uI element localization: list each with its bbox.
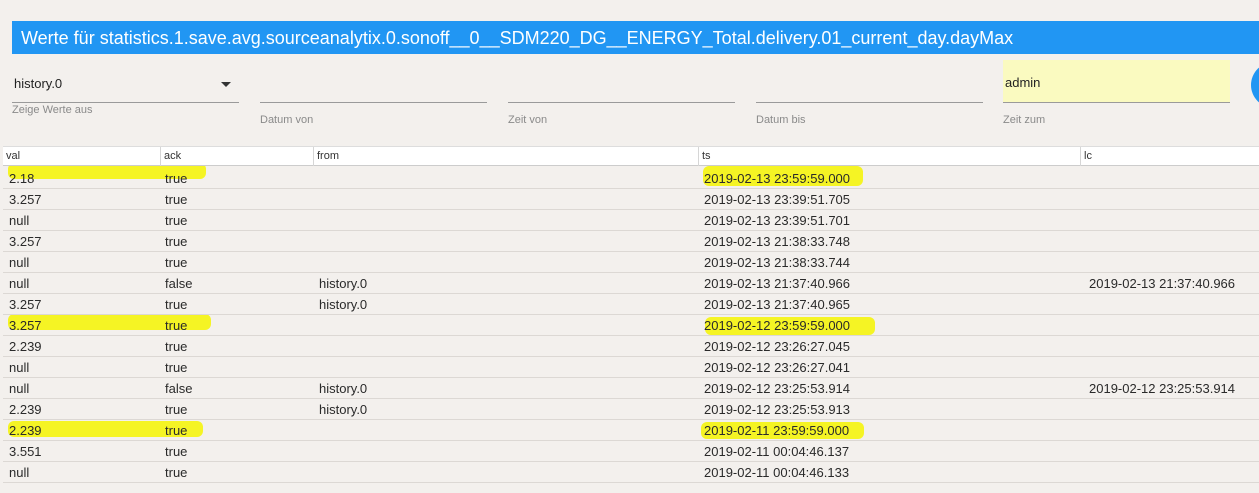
cell-lc: 2019-02-12 23:25:53.914 — [1089, 381, 1236, 396]
cell-ack: true — [165, 360, 188, 375]
table-row[interactable]: null false history.0 2019-02-13 21:37:40.96… — [3, 273, 1259, 294]
date-to-caption: Datum bis — [756, 114, 806, 126]
column-header-ack[interactable]: ack — [160, 147, 313, 166]
table-body: 2.18 true 2019-02-13 23:59:59.000 3.257 true… — [3, 168, 1259, 483]
cell-ts: 2019-02-12 23:26:27.045 — [704, 339, 851, 354]
cell-val: 2.239 — [9, 339, 42, 354]
cell-ack: true — [165, 297, 188, 312]
cell-ack: true — [165, 339, 188, 354]
cell-from: history.0 — [319, 402, 368, 417]
date-from-filter[interactable]: Datum von — [260, 70, 487, 132]
time-to-caption: Zeit zum — [1003, 114, 1046, 126]
date-to-input[interactable] — [756, 70, 983, 103]
cell-ts: 2019-02-11 00:04:46.137 — [704, 444, 850, 459]
cell-ack: true — [165, 255, 188, 270]
cell-ack: false — [165, 276, 193, 291]
table-row[interactable]: 3.257 true 2019-02-12 23:59:59.000 — [3, 315, 1259, 336]
dialog-title: Werte für statistics.1.save.avg.sourcean… — [12, 21, 1259, 54]
cell-ack: true — [165, 192, 188, 207]
cell-from: history.0 — [319, 381, 368, 396]
time-to-filter[interactable]: admin Zeit zum — [1003, 60, 1230, 126]
table-row[interactable]: 2.239 true 2019-02-11 23:59:59.000 — [3, 420, 1259, 441]
cell-ts: 2019-02-11 23:59:59.000 — [704, 423, 850, 438]
cell-val: 3.257 — [9, 297, 42, 312]
time-from-caption: Zeit von — [508, 114, 548, 126]
table-row[interactable]: 3.257 true 2019-02-13 23:39:51.705 — [3, 189, 1259, 210]
cell-val: null — [9, 465, 30, 480]
cell-ack: false — [165, 381, 193, 396]
cell-ts: 2019-02-13 21:37:40.966 — [704, 276, 851, 291]
table-row[interactable]: null true 2019-02-13 23:39:51.701 — [3, 210, 1259, 231]
cell-val: 2.239 — [9, 423, 42, 438]
cell-ts: 2019-02-13 23:39:51.705 — [704, 192, 851, 207]
cell-from: history.0 — [319, 276, 368, 291]
date-from-caption: Datum von — [260, 114, 314, 126]
cell-val: 3.257 — [9, 192, 42, 207]
time-to-input[interactable]: admin — [1003, 60, 1230, 103]
cell-val: 3.551 — [9, 444, 42, 459]
cell-ack: true — [165, 171, 188, 186]
cell-lc: 2019-02-13 21:37:40.966 — [1089, 276, 1236, 291]
cell-val: null — [9, 213, 30, 228]
date-to-filter[interactable]: Datum bis — [756, 70, 983, 132]
chevron-down-icon[interactable] — [221, 82, 231, 87]
table-row[interactable]: 3.551 true 2019-02-11 00:04:46.137 — [3, 441, 1259, 462]
table-row[interactable]: 3.257 true history.0 2019-02-13 21:37:40.96… — [3, 294, 1259, 315]
table-row[interactable]: null false history.0 2019-02-12 23:25:53.91… — [3, 378, 1259, 399]
column-header-from[interactable]: from — [313, 147, 698, 166]
cell-val: null — [9, 381, 30, 396]
instance-caption: Zeige Werte aus — [12, 104, 93, 116]
date-from-input[interactable] — [260, 70, 487, 103]
column-header-ts[interactable]: ts — [698, 147, 1080, 166]
cell-val: 2.18 — [9, 171, 35, 186]
cell-ts: 2019-02-13 23:59:59.000 — [704, 171, 851, 186]
cell-ts: 2019-02-13 21:37:40.965 — [704, 297, 851, 312]
time-from-input[interactable] — [508, 70, 735, 103]
cell-ack: true — [165, 213, 188, 228]
cell-ts: 2019-02-12 23:25:53.913 — [704, 402, 851, 417]
cell-from: history.0 — [319, 297, 368, 312]
table-row[interactable]: 2.239 true 2019-02-12 23:26:27.045 — [3, 336, 1259, 357]
cell-val: 3.257 — [9, 318, 42, 333]
cell-ts: 2019-02-13 21:38:33.748 — [704, 234, 851, 249]
cell-ts: 2019-02-11 00:04:46.133 — [704, 465, 850, 480]
instance-select[interactable]: history.0 Zeige Werte aus — [12, 70, 239, 132]
cell-ack: true — [165, 423, 188, 438]
table-header: val ack from ts lc — [3, 146, 1259, 166]
cell-ack: true — [165, 465, 188, 480]
table-row[interactable]: null true 2019-02-13 21:38:33.744 — [3, 252, 1259, 273]
action-button[interactable] — [1251, 62, 1259, 108]
cell-val: 3.257 — [9, 234, 42, 249]
cell-val: 2.239 — [9, 402, 42, 417]
table-row[interactable]: null true 2019-02-12 23:26:27.041 — [3, 357, 1259, 378]
instance-select-value[interactable]: history.0 — [12, 70, 239, 103]
cell-ts: 2019-02-13 23:39:51.701 — [704, 213, 851, 228]
cell-ack: true — [165, 444, 188, 459]
cell-ts: 2019-02-12 23:25:53.914 — [704, 381, 851, 396]
column-header-val[interactable]: val — [3, 147, 160, 166]
table-row[interactable]: 3.257 true 2019-02-13 21:38:33.748 — [3, 231, 1259, 252]
time-from-filter[interactable]: Zeit von — [508, 70, 735, 132]
cell-ts: 2019-02-13 21:38:33.744 — [704, 255, 851, 270]
table-row[interactable]: null true 2019-02-11 00:04:46.133 — [3, 462, 1259, 483]
cell-ack: true — [165, 402, 188, 417]
table-row[interactable]: 2.18 true 2019-02-13 23:59:59.000 — [3, 168, 1259, 189]
cell-ack: true — [165, 318, 188, 333]
cell-ts: 2019-02-12 23:59:59.000 — [704, 318, 851, 333]
cell-val: null — [9, 360, 30, 375]
column-header-lc[interactable]: lc — [1080, 147, 1259, 166]
cell-ts: 2019-02-12 23:26:27.041 — [704, 360, 851, 375]
cell-val: null — [9, 276, 30, 291]
cell-val: null — [9, 255, 30, 270]
cell-ack: true — [165, 234, 188, 249]
table-row[interactable]: 2.239 true history.0 2019-02-12 23:25:53.91… — [3, 399, 1259, 420]
